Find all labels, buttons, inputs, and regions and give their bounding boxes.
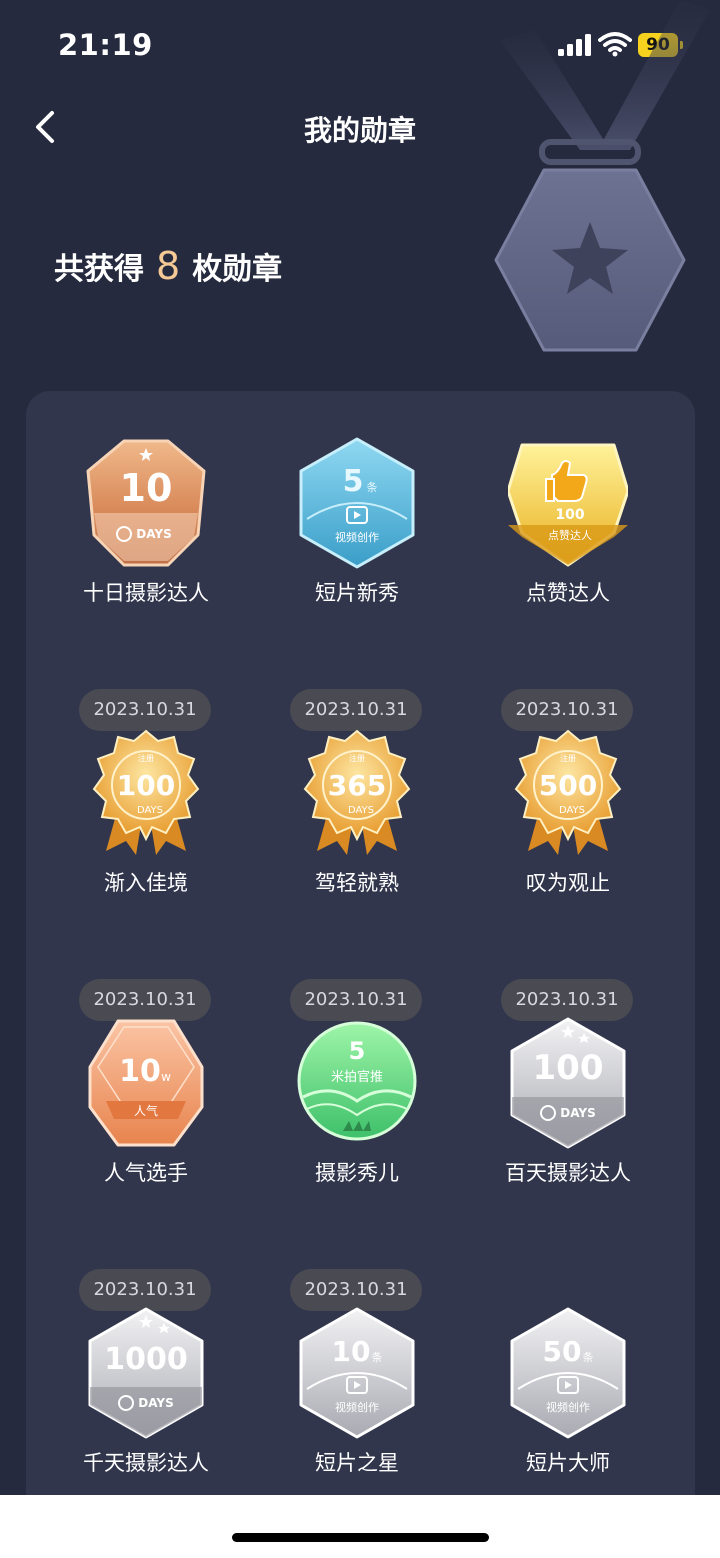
badge-top-text: 注册	[349, 753, 365, 763]
badge-name: 驾轻就熟	[315, 871, 399, 895]
five-videos-badge-icon: 5 条 视频创作	[299, 437, 415, 569]
badge-item[interactable]: 5 米拍官推 摄影秀儿 2023.10.31	[247, 1017, 467, 1311]
badge-name: 十日摄影达人	[83, 581, 209, 605]
badge-name: 千天摄影达人	[83, 1451, 209, 1475]
badge-item[interactable]: 注册 100 DAYS 渐入佳境 2023.10.31	[36, 727, 256, 1021]
badge-date: 2023.10.31	[290, 1269, 422, 1311]
badge-sub-text: 人气	[134, 1103, 158, 1118]
badge-item[interactable]: 5 条 视频创作 短片新秀 2023.10.31	[247, 437, 467, 731]
badge-main-text: 100	[117, 769, 175, 802]
badge-main-text: 365	[328, 769, 386, 802]
badge-count: 8	[156, 244, 181, 288]
badge-sub-text: DAYS	[559, 805, 585, 816]
badge-main-text: 50	[543, 1335, 582, 1368]
medal-icon	[494, 0, 710, 352]
badge-grid: 10 DAYS 十日摄影达人 2023.10.31 5 条 视频创作 短片新秀 …	[26, 391, 695, 1531]
badge-sub-text: 米拍官推	[331, 1069, 383, 1085]
badge-name: 短片大师	[526, 1451, 610, 1475]
home-indicator-bar	[0, 1495, 720, 1558]
badge-name: 短片之星	[315, 1451, 399, 1475]
ten-videos-badge-icon: 10 条 视频创作	[299, 1307, 415, 1439]
thousand-days-badge-icon: 1000 DAYS	[88, 1307, 204, 1439]
recommend-badge-icon: 5 米拍官推	[297, 1021, 417, 1141]
badge-top-text: 注册	[138, 753, 154, 763]
page-title: 我的勋章	[303, 114, 416, 147]
badge-name: 百天摄影达人	[505, 1161, 631, 1185]
summary-suffix: 枚勋章	[192, 252, 283, 287]
badge-sub-text: DAYS	[137, 805, 163, 816]
badge-unit-text: 条	[372, 1350, 383, 1364]
badge-sub-text: DAYS	[138, 1396, 173, 1410]
nav-bar: 我的勋章	[0, 95, 720, 159]
hundred-days-badge-icon: 100 DAYS	[510, 1017, 626, 1149]
thumbs-up-badge-icon: 100 点赞达人	[508, 443, 628, 567]
badge-name: 叹为观止	[526, 871, 610, 895]
badge-unit-text: 条	[367, 480, 378, 494]
badge-item[interactable]: 注册 500 DAYS 叹为观止 2023.10.31	[458, 727, 678, 1021]
badge-main-text: 10	[332, 1335, 371, 1368]
badge-sub-text: 视频创作	[335, 530, 379, 544]
popularity-badge-icon: 10 w 人气	[88, 1019, 204, 1147]
badge-date: 2023.10.31	[79, 689, 211, 731]
status-time: 21:19	[58, 28, 153, 62]
badge-date: 2023.10.31	[79, 979, 211, 1021]
badge-main-text: 10	[120, 466, 173, 510]
badge-main-text: 100	[555, 507, 584, 523]
fifty-videos-badge-icon: 50 条 视频创作	[510, 1307, 626, 1439]
badge-sub-text: 视频创作	[546, 1400, 590, 1414]
badge-item[interactable]: 注册 365 DAYS 驾轻就熟 2023.10.31	[247, 727, 467, 1021]
badge-sub-text: DAYS	[348, 805, 374, 816]
summary-prefix: 共获得	[54, 252, 144, 287]
365-days-rosette-icon: 注册 365 DAYS	[303, 729, 411, 855]
badge-date: 2023.10.31	[290, 979, 422, 1021]
badge-main-text: 500	[539, 769, 597, 802]
badge-date: 2023.10.31	[501, 689, 633, 731]
badge-name: 摄影秀儿	[315, 1161, 399, 1185]
badge-name: 渐入佳境	[104, 871, 188, 895]
badge-item[interactable]: 10 w 人气 人气选手 2023.10.31	[36, 1017, 256, 1311]
badge-sub-text: 视频创作	[335, 1400, 379, 1414]
hundred-days-rosette-icon: 注册 100 DAYS	[92, 729, 200, 855]
badge-item[interactable]: 10 DAYS 十日摄影达人 2023.10.31	[36, 437, 256, 731]
badge-sub-text: 点赞达人	[548, 529, 592, 542]
badge-item[interactable]: 100 DAYS 百天摄影达人	[458, 1017, 678, 1307]
badge-name: 短片新秀	[315, 581, 399, 605]
home-indicator[interactable]	[232, 1533, 489, 1542]
badge-top-text: 注册	[560, 753, 576, 763]
badge-date: 2023.10.31	[79, 1269, 211, 1311]
badge-main-text: 5	[343, 464, 364, 499]
badge-date: 2023.10.31	[290, 689, 422, 731]
badge-summary: 共获得 8 枚勋章	[54, 244, 282, 288]
badge-sub-text: DAYS	[136, 527, 171, 541]
badge-main-text: 5	[349, 1037, 366, 1065]
badge-date: 2023.10.31	[501, 979, 633, 1021]
badge-unit-text: w	[161, 1070, 171, 1084]
badge-item[interactable]: 100 点赞达人 点赞达人 2023.10.31	[458, 437, 678, 731]
badge-name: 点赞达人	[526, 581, 610, 605]
ten-days-badge-icon: 10 DAYS	[86, 439, 206, 567]
badge-name: 人气选手	[104, 1161, 188, 1185]
badge-main-text: 100	[533, 1048, 604, 1088]
badge-unit-text: 条	[583, 1350, 594, 1364]
badge-main-text: 10	[119, 1054, 161, 1089]
badge-sub-text: DAYS	[560, 1106, 595, 1120]
500-days-rosette-icon: 注册 500 DAYS	[514, 729, 622, 855]
badge-main-text: 1000	[104, 1342, 188, 1377]
